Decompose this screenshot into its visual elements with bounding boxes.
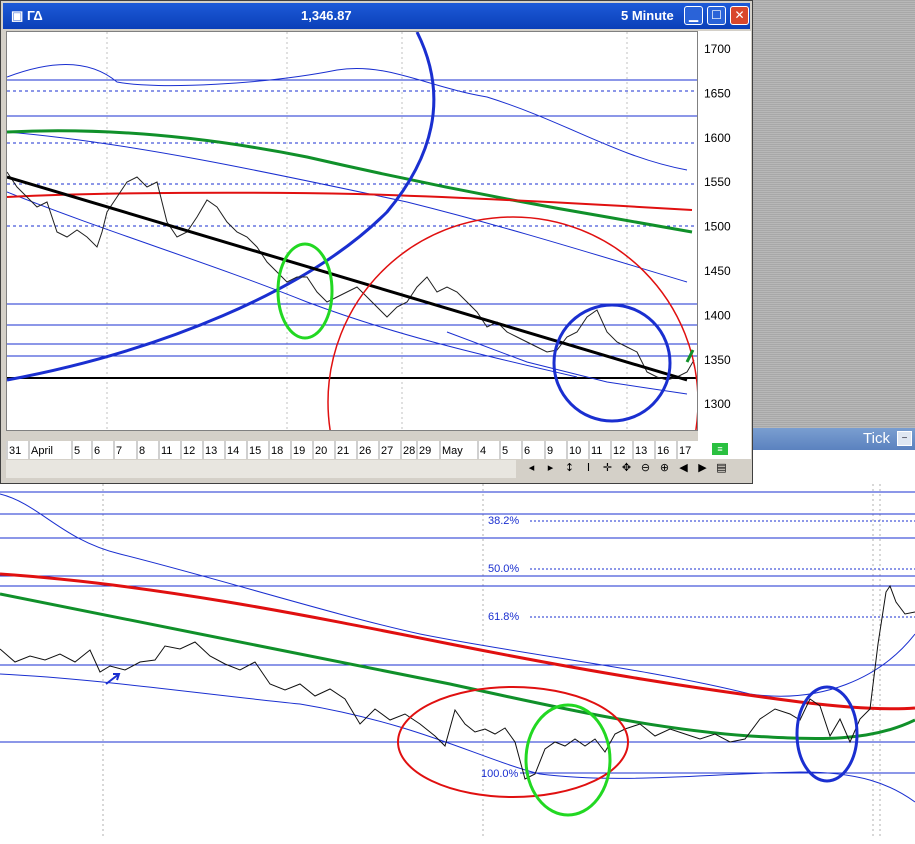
lower-channel — [446, 331, 688, 395]
symbol-label: ΓΔ — [27, 8, 43, 23]
horizontal-scrollbar[interactable] — [6, 460, 516, 478]
y-tick-label: 1700 — [704, 42, 731, 56]
zoom-out-icon[interactable]: ⊖ — [636, 461, 655, 474]
tick-label: Tick — [863, 430, 890, 447]
x-tick-label: 7 — [116, 445, 122, 457]
close-icon[interactable]: ✕ — [730, 6, 749, 25]
x-tick-label: 26 — [359, 445, 371, 457]
x-tick-label: 6 — [94, 445, 100, 457]
navigation-bar: ◂ ▸ ↕ I ✛ ✥ ⊖ ⊕ ◀ ▶ ▤ — [6, 460, 751, 478]
x-tick-label: 15 — [249, 445, 261, 457]
red-circle-annotation — [327, 216, 697, 430]
green-ellipse-annotation — [524, 703, 612, 817]
background-panel — [753, 0, 915, 428]
x-tick-label: 9 — [547, 445, 553, 457]
cursor-icon[interactable]: I — [579, 461, 598, 474]
y-axis: 1700 1650 1600 1550 1500 1450 1400 1350 1300 — [698, 31, 751, 431]
x-tick-label: 6 — [524, 445, 530, 457]
pan-icon[interactable]: ✥ — [617, 461, 636, 474]
y-tick-label: 1350 — [704, 353, 731, 367]
x-tick-label: 20 — [315, 445, 327, 457]
fib-label-1000: 100.0% — [481, 768, 519, 780]
price-chart-plot[interactable] — [6, 31, 698, 431]
trend-line — [7, 175, 688, 382]
x-tick-label: April — [31, 445, 53, 457]
blue-circle-annotation — [552, 303, 672, 423]
x-tick-label: 4 — [480, 445, 486, 457]
green-moving-average — [7, 129, 693, 234]
tick-price-series — [0, 584, 915, 780]
fib-label-618: 61.8% — [488, 611, 519, 623]
zoom-in-icon[interactable]: ⊕ — [655, 461, 674, 474]
minimize-icon[interactable]: ▁ — [684, 6, 703, 25]
interval-label: 5 Minute — [621, 8, 674, 23]
x-tick-label: 8 — [139, 445, 145, 457]
x-tick-label: 19 — [293, 445, 305, 457]
y-tick-label: 1650 — [704, 86, 731, 100]
scroll-right-icon[interactable]: ▸ — [541, 461, 560, 474]
next-icon[interactable]: ▶ — [693, 461, 712, 474]
move-icon[interactable]: ✛ — [598, 461, 617, 474]
x-tick-label: 10 — [569, 445, 581, 457]
x-tick-label: May — [442, 445, 463, 457]
y-tick-label: 1450 — [704, 264, 731, 278]
y-tick-label: 1500 — [704, 220, 731, 234]
lower-band — [7, 191, 578, 378]
fib-label-382: 38.2% — [488, 515, 519, 527]
x-tick-label: 12 — [613, 445, 625, 457]
list-icon[interactable]: ▤ — [712, 461, 731, 474]
green-moving-average — [0, 592, 915, 741]
upper-band — [0, 493, 915, 697]
x-tick-label: 18 — [271, 445, 283, 457]
x-tick-label: 14 — [227, 445, 239, 457]
x-tick-label: 11 — [591, 445, 602, 457]
x-tick-label: 13 — [635, 445, 647, 457]
x-tick-label: 31 — [9, 445, 21, 457]
scroll-left-icon[interactable]: ◂ — [522, 461, 541, 474]
corner-box: ≡ — [698, 431, 751, 459]
x-tick-label: 13 — [205, 445, 217, 457]
x-tick-label: 5 — [74, 445, 80, 457]
fib-label-500: 50.0% — [488, 563, 519, 575]
maximize-icon[interactable]: ☐ — [707, 6, 726, 25]
x-axis: 31 April 5 6 7 8 11 12 13 14 15 18 19 20 21 26 27 28 29 May… — [6, 441, 698, 459]
green-circle-annotation — [276, 242, 334, 340]
x-tick-label: 5 — [502, 445, 508, 457]
price-series — [7, 171, 695, 381]
x-tick-label: 21 — [337, 445, 349, 457]
chart-window: ▣ ΓΔ 1,346.87 5 Minute ▁ ☐ ✕ 1700 1650 1… — [0, 0, 753, 484]
x-tick-label: 16 — [657, 445, 669, 457]
window-icon: ▣ — [11, 8, 24, 23]
tick-chart[interactable]: 38.2% 50.0% 61.8% 100.0% — [0, 484, 915, 839]
window-titlebar[interactable]: ▣ ΓΔ 1,346.87 5 Minute ▁ ☐ ✕ — [3, 3, 750, 29]
x-tick-label: 27 — [381, 445, 393, 457]
y-tick-label: 1400 — [704, 308, 731, 322]
price-chart-svg — [7, 32, 697, 430]
last-price: 1,346.87 — [301, 8, 352, 23]
x-tick-label: 29 — [419, 445, 431, 457]
y-tick-label: 1300 — [704, 397, 731, 411]
chart-type-icon[interactable]: ≡ — [712, 443, 728, 455]
blue-ellipse-annotation — [795, 685, 859, 783]
x-tick-label: 28 — [403, 445, 415, 457]
x-tick-label: 11 — [161, 445, 172, 457]
y-tick-label: 1550 — [704, 175, 731, 189]
x-tick-label: 12 — [183, 445, 195, 457]
x-tick-label: 17 — [679, 445, 691, 457]
zoom-vertical-icon[interactable]: ↕ — [560, 461, 579, 474]
y-tick-label: 1600 — [704, 131, 731, 145]
tick-window-titlebar[interactable]: Tick − — [753, 428, 915, 450]
prev-icon[interactable]: ◀ — [674, 461, 693, 474]
minimize-icon[interactable]: − — [897, 431, 912, 446]
tick-chart-svg: 38.2% 50.0% 61.8% 100.0% — [0, 484, 915, 839]
